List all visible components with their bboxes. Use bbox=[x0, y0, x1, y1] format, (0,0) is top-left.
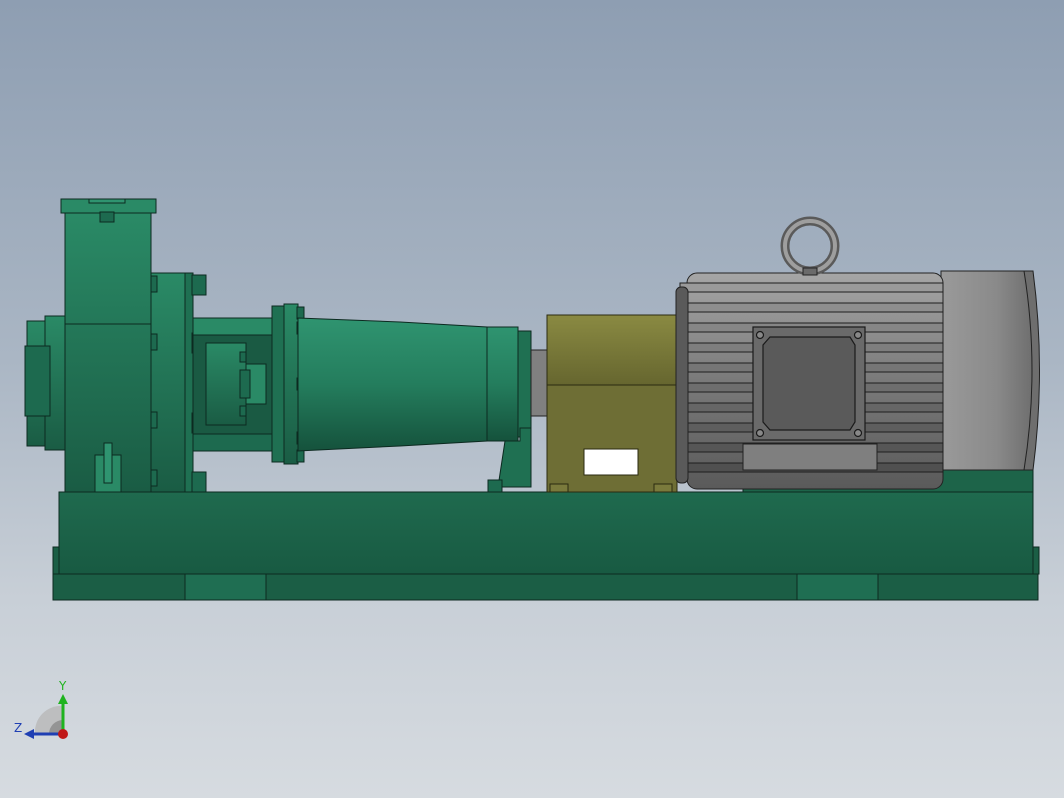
axis-z-label: Z bbox=[14, 721, 23, 735]
motor-fan-cover bbox=[940, 270, 1034, 471]
x-axis-dot bbox=[58, 729, 68, 739]
suction-hub bbox=[24, 345, 51, 417]
terminal-box[interactable] bbox=[752, 326, 866, 441]
terminal-screw-2 bbox=[853, 330, 863, 340]
base-anchor-pocket-left bbox=[184, 573, 267, 601]
bolt-2 bbox=[150, 333, 158, 351]
base-right-foot-pad bbox=[1032, 546, 1040, 575]
casing-cover bbox=[150, 272, 190, 493]
bolt-5 bbox=[191, 274, 207, 296]
guard-inspection-window bbox=[583, 448, 639, 476]
bolt-15 bbox=[239, 405, 247, 417]
pump-assembly-model[interactable] bbox=[0, 0, 1064, 798]
lifting-eye-ring-highlight bbox=[783, 219, 837, 273]
base-top-rail bbox=[58, 491, 1034, 575]
guard-lower bbox=[546, 384, 678, 493]
terminal-box-lid bbox=[762, 336, 856, 431]
coupling-hub bbox=[530, 349, 548, 417]
bolt-1 bbox=[150, 275, 158, 293]
bearing-housing-taper bbox=[297, 317, 488, 452]
guard-upper bbox=[546, 314, 678, 386]
pump-shaft-housing[interactable] bbox=[297, 317, 532, 493]
bolt-8 bbox=[191, 471, 207, 493]
frame-flange bbox=[283, 303, 299, 465]
discharge-flange-top bbox=[88, 198, 126, 204]
casing-cover-flange bbox=[184, 272, 194, 493]
frame-flange-rim bbox=[271, 305, 285, 463]
bearing-frame[interactable] bbox=[192, 303, 299, 465]
bolt-4 bbox=[150, 469, 158, 487]
terminal-screw-3 bbox=[755, 428, 765, 438]
pump-casing[interactable] bbox=[24, 198, 194, 493]
y-axis-arrowhead bbox=[58, 694, 68, 704]
bearing-end-cover bbox=[517, 330, 532, 438]
bolt-13 bbox=[296, 449, 305, 463]
terminal-screw-4 bbox=[853, 428, 863, 438]
bolt-3 bbox=[150, 411, 158, 429]
coupling-guard[interactable] bbox=[546, 314, 678, 493]
motor-feet-housing bbox=[742, 443, 878, 471]
cad-viewport[interactable]: Y Z bbox=[0, 0, 1064, 798]
axis-y-label: Y bbox=[59, 679, 67, 693]
lifting-eye-post bbox=[802, 267, 818, 276]
base-left-foot-pad bbox=[52, 546, 60, 575]
z-axis-arrowhead bbox=[24, 729, 34, 739]
support-foot-bolt bbox=[487, 479, 503, 493]
drain-bracket-rib bbox=[103, 442, 113, 484]
guard-foot-left bbox=[549, 483, 569, 493]
bolt-14 bbox=[239, 351, 247, 363]
coupling[interactable] bbox=[530, 349, 548, 417]
lantern-bottom-rail bbox=[192, 433, 273, 452]
discharge-flange-boss bbox=[99, 211, 115, 223]
base-anchor-pocket-right bbox=[796, 573, 879, 601]
lifting-eye[interactable] bbox=[780, 216, 840, 276]
motor-flange-end bbox=[675, 286, 689, 484]
bolt-9 bbox=[296, 306, 305, 320]
bearing-end-cap bbox=[486, 326, 519, 442]
guard-foot-right bbox=[653, 483, 673, 493]
terminal-screw-1 bbox=[755, 330, 765, 340]
lantern-top-rail bbox=[192, 317, 273, 336]
shaft-sleeve bbox=[239, 369, 251, 399]
